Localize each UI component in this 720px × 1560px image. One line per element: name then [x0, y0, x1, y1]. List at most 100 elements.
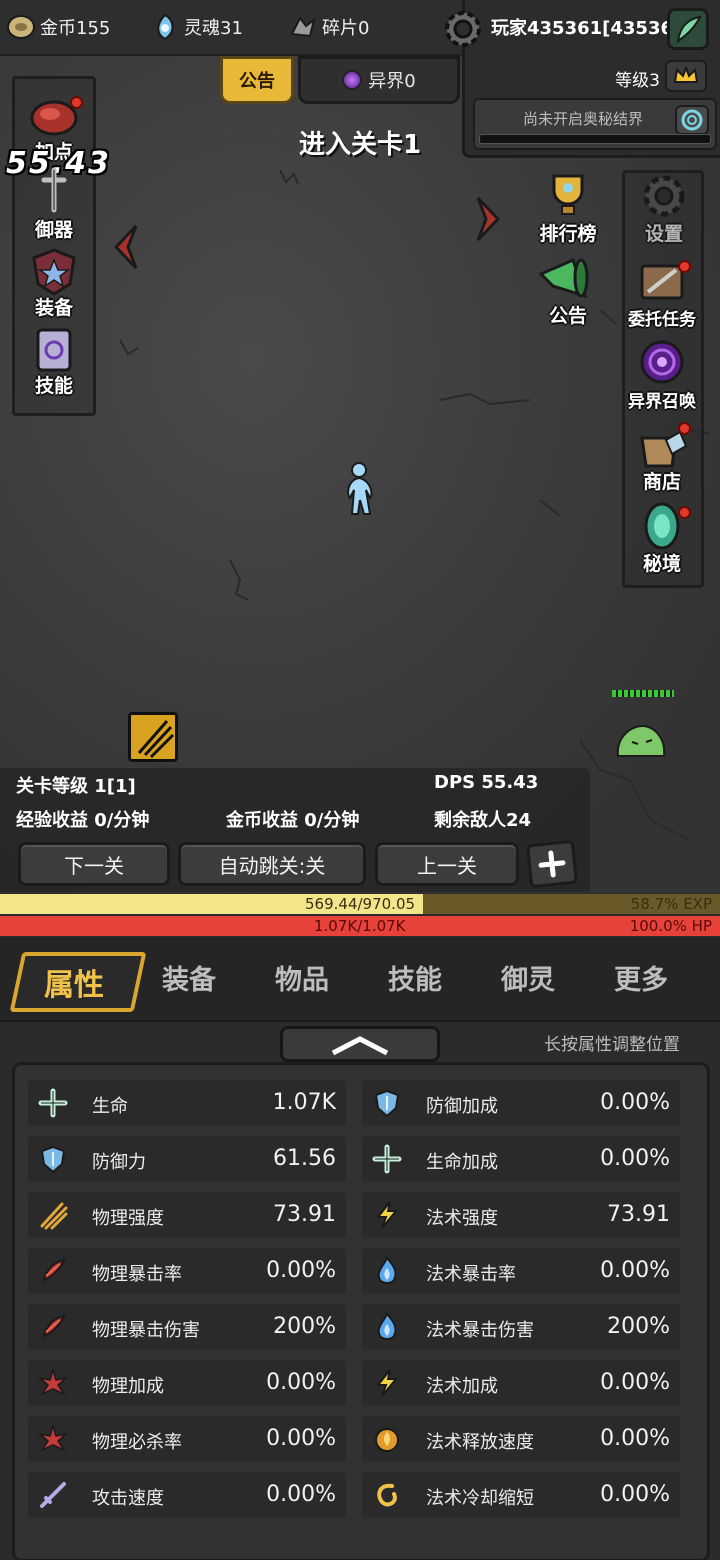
menu-leaderboard[interactable]: 排行榜 — [528, 170, 608, 248]
stat-row[interactable]: 法术释放速度 0.00% — [362, 1416, 680, 1462]
chevron-up-icon — [331, 1036, 389, 1056]
stat-row[interactable]: 法术冷却缩短 0.00% — [362, 1472, 680, 1518]
hp-value: 1.07K/1.07K — [314, 917, 406, 935]
stat-row[interactable]: 生命 1.07K — [28, 1080, 346, 1126]
stat-value: 1.07K — [272, 1090, 336, 1115]
portal-icon — [342, 70, 363, 90]
tab-more[interactable]: 更多 — [614, 958, 668, 997]
stat-row[interactable]: 物理加成 0.00% — [28, 1360, 346, 1406]
stat-row[interactable]: 防御加成 0.00% — [362, 1080, 680, 1126]
enemy-health-bar — [612, 690, 674, 697]
gold-value: 金币155 — [40, 18, 111, 39]
stat-row[interactable]: 物理暴击率 0.00% — [28, 1248, 346, 1294]
hp-bar: 1.07K/1.07K 100.0% HP — [0, 916, 720, 936]
stat-value: 0.00% — [266, 1426, 336, 1451]
sword-icon — [41, 167, 67, 213]
settings-gear-icon[interactable] — [438, 4, 488, 54]
otherworld-tab[interactable]: 异界0 — [298, 56, 460, 104]
hero-character — [347, 462, 373, 515]
menu-equipment[interactable]: 装备 — [14, 244, 94, 322]
menu-artifact[interactable]: 御器 — [14, 166, 94, 244]
star-shield-icon — [32, 248, 76, 296]
lightning-icon — [375, 1201, 399, 1229]
fragment-value: 碎片0 — [322, 18, 370, 39]
exp-bar: 569.44/970.05 58.7% EXP — [0, 894, 720, 914]
crown-icon — [673, 65, 699, 83]
hp-percent: 100.0% HP — [629, 917, 712, 935]
stat-name: 攻击速度 — [92, 1488, 164, 1509]
prev-stage-button[interactable]: 上一关 — [375, 842, 519, 886]
flame-icon — [377, 1312, 397, 1340]
stat-name: 防御力 — [92, 1152, 146, 1173]
stat-name: 物理必杀率 — [92, 1432, 182, 1453]
mystic-realm-box[interactable]: 尚未开启奥秘结界 — [473, 98, 717, 150]
skill-slot[interactable] — [128, 712, 178, 762]
trophy-icon — [552, 174, 584, 215]
tab-items[interactable]: 物品 — [275, 958, 329, 997]
next-stage-button[interactable]: 下一关 — [18, 842, 170, 886]
stat-name: 法术暴击伤害 — [426, 1320, 534, 1341]
stat-value: 0.00% — [266, 1482, 336, 1507]
menu-notice[interactable]: 公告 — [528, 252, 608, 330]
stat-name: 物理暴击伤害 — [92, 1320, 200, 1341]
gold-income: 金币收益 0/分钟 — [226, 810, 360, 831]
tab-skills[interactable]: 技能 — [388, 958, 442, 997]
stat-row[interactable]: 攻击速度 0.00% — [28, 1472, 346, 1518]
stat-value: 200% — [607, 1314, 670, 1339]
menu-shop[interactable]: 商店 — [622, 418, 702, 496]
bottom-tabs: 属性 装备 物品 技能 御灵 更多 — [0, 938, 720, 1022]
notice-tab[interactable]: 公告 — [220, 56, 294, 104]
lightning-icon — [375, 1369, 399, 1397]
tab-spirits[interactable]: 御灵 — [501, 958, 555, 997]
menu-secret-realm[interactable]: 秘境 — [622, 500, 702, 578]
collapse-button[interactable] — [280, 1026, 440, 1062]
player-avatar[interactable] — [667, 8, 709, 50]
stat-row[interactable]: 法术暴击伤害 200% — [362, 1304, 680, 1350]
vip-button[interactable] — [665, 60, 707, 92]
tab-equipment[interactable]: 装备 — [162, 958, 216, 997]
stat-value: 61.56 — [273, 1146, 336, 1171]
stat-row[interactable]: 法术强度 73.91 — [362, 1192, 680, 1238]
game-screen: { "resources": { "gold": "金币155", "soul"… — [0, 0, 720, 1560]
stat-row[interactable]: 物理暴击伤害 200% — [28, 1304, 346, 1350]
menu-label: 御器 — [34, 219, 73, 241]
plus-icon — [372, 1144, 402, 1174]
soul-icon — [157, 13, 174, 41]
stat-row[interactable]: 物理强度 73.91 — [28, 1192, 346, 1238]
expand-button[interactable] — [525, 839, 579, 889]
stat-value: 0.00% — [266, 1258, 336, 1283]
swirl-icon — [377, 1483, 397, 1507]
tab-attributes[interactable]: 属性 — [44, 960, 104, 1004]
stat-name: 防御加成 — [426, 1096, 498, 1117]
soul-value: 灵魂31 — [184, 18, 243, 39]
stat-value: 0.00% — [600, 1482, 670, 1507]
stat-name: 法术强度 — [426, 1208, 498, 1229]
stat-row[interactable]: 生命加成 0.00% — [362, 1136, 680, 1182]
arrow-left-icon[interactable] — [108, 222, 142, 272]
swirl-icon — [675, 105, 709, 135]
auto-skip-button[interactable]: 自动跳关:关 — [178, 842, 366, 886]
stat-name: 物理强度 — [92, 1208, 164, 1229]
slash-icon — [42, 1314, 66, 1338]
stat-value: 0.00% — [600, 1090, 670, 1115]
red-dot-badge — [678, 506, 691, 519]
shield-icon — [40, 1145, 66, 1174]
stage-title: 进入关卡1 — [298, 130, 422, 160]
stat-row[interactable]: 法术加成 0.00% — [362, 1360, 680, 1406]
arrow-right-icon[interactable] — [472, 194, 506, 244]
menu-skills[interactable]: 技能 — [14, 322, 94, 400]
realm-status: 尚未开启奥秘结界 — [523, 110, 644, 128]
stat-row[interactable]: 法术暴击率 0.00% — [362, 1248, 680, 1294]
menu-label: 秘境 — [642, 553, 681, 575]
burst-icon — [38, 1424, 68, 1452]
fragment-icon — [290, 16, 316, 38]
exp-income: 经验收益 0/分钟 — [16, 810, 150, 831]
red-dot-badge — [70, 96, 83, 109]
menu-commission[interactable]: 委托任务 — [622, 254, 702, 332]
stat-row[interactable]: 物理必杀率 0.00% — [28, 1416, 346, 1462]
slash-icon — [42, 1258, 66, 1282]
menu-otherworld-summon[interactable]: 异界召唤 — [622, 336, 702, 414]
gold-coin-icon — [7, 15, 35, 39]
stat-row[interactable]: 防御力 61.56 — [28, 1136, 346, 1182]
stat-name: 生命 — [92, 1096, 128, 1117]
